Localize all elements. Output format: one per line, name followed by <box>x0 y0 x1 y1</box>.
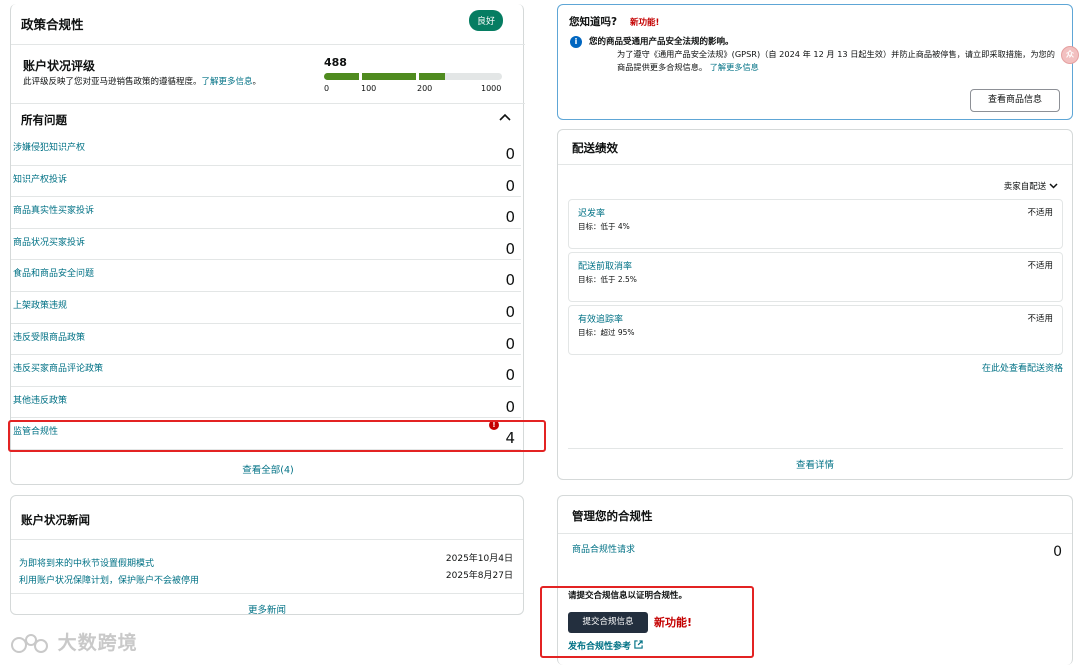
divider <box>568 448 1063 449</box>
account-news-card: 账户状况新闻 为即将到来的中秋节设置假期模式 2025年10月4日 利用账户状况… <box>10 495 524 616</box>
issues-list: 涉嫌侵犯知识产权 0 知识产权投诉 0 商品真实性买家投诉 0 商品状况买家投诉 0 食品和商品… <box>11 134 525 450</box>
manage-title: 管理您的合规性 <box>572 509 653 523</box>
list-item: 利用账户状况保障计划，保护账户不会被停用 2025年8月27日 <box>19 568 513 587</box>
learn-more-link[interactable]: 了解更多信息 <box>710 62 759 72</box>
delivery-performance-card: 配送绩效 卖家自配送 迟发率 目标：低于 4% 不适用 配送前取消率 目标：低于… <box>557 129 1073 480</box>
divider <box>558 533 1072 534</box>
issue-link[interactable]: 违反受限商品政策 <box>13 330 85 343</box>
metric-value: 不适用 <box>1027 208 1053 218</box>
issue-row: 违反受限商品政策 0 <box>11 324 521 356</box>
new-feature-label: 新功能! <box>630 18 660 28</box>
watermark: 大数跨境 <box>10 628 138 657</box>
rating-bar <box>324 73 502 80</box>
issue-link[interactable]: 涉嫌侵犯知识产权 <box>13 140 85 153</box>
metric-late-shipment: 迟发率 目标：低于 4% 不适用 <box>568 199 1063 249</box>
more-news-link[interactable]: 更多新闻 <box>11 593 523 616</box>
issue-link[interactable]: 违反买家商品评论政策 <box>13 361 103 374</box>
rating-bar-divider <box>359 73 362 80</box>
delivery-title: 配送绩效 <box>572 141 618 155</box>
highlight-box <box>8 420 546 452</box>
metric-link[interactable]: 配送前取消率 <box>578 259 632 272</box>
news-date: 2025年8月27日 <box>445 571 513 581</box>
gpsr-headline: 您的商品受通用产品安全法规的影响。 <box>589 37 734 47</box>
status-badge: 良好 <box>468 10 503 31</box>
issue-count: 0 <box>505 334 515 353</box>
view-all-link[interactable]: 查看全部(4) <box>11 462 525 476</box>
metric-value: 不适用 <box>1027 314 1053 324</box>
issue-link[interactable]: 其他违反政策 <box>13 393 67 406</box>
issue-count: 0 <box>505 176 515 195</box>
compliance-request-count: 0 <box>1053 544 1062 560</box>
metric-target: 目标：超过 95% <box>578 328 635 337</box>
issue-count: 0 <box>505 145 515 163</box>
news-link[interactable]: 利用账户状况保障计划，保护账户不会被停用 <box>19 576 199 586</box>
issue-row: 商品状况买家投诉 0 <box>11 229 521 261</box>
rating-tick: 200 <box>417 84 433 93</box>
issue-count: 0 <box>505 397 515 416</box>
issue-link[interactable]: 上架政策违规 <box>13 298 67 311</box>
all-issues-title: 所有问题 <box>21 113 67 127</box>
gpsr-body: 为了遵守《通用产品安全法规》(GPSR)（自 2024 年 12 月 13 日起… <box>617 49 1055 72</box>
did-you-know-title: 您知道吗? <box>569 16 618 28</box>
account-health-rating: 账户状况评级 此评级反映了您对亚马逊销售政策的遵循程度。了解更多信息。 488 … <box>11 44 525 104</box>
issue-row: 涉嫌侵犯知识产权 0 <box>11 134 521 166</box>
policy-compliance-card: 政策合规性 良好 账户状况评级 此评级反映了您对亚马逊销售政策的遵循程度。了解更… <box>10 4 525 485</box>
issue-count: 0 <box>505 366 515 385</box>
rating-title: 账户状况评级 <box>23 59 96 73</box>
eligibility-link[interactable]: 在此处查看配送资格 <box>982 361 1063 374</box>
fulfillment-dropdown[interactable]: 卖家自配送 <box>1004 180 1058 192</box>
issue-link[interactable]: 商品真实性买家投诉 <box>13 203 94 216</box>
issue-link[interactable]: 知识产权投诉 <box>13 172 67 185</box>
policy-title: 政策合规性 <box>21 17 84 32</box>
issue-row: 其他违反政策 0 <box>11 387 521 419</box>
side-float-badge[interactable]: 众 <box>1061 46 1079 64</box>
issue-link[interactable]: 商品状况买家投诉 <box>13 235 85 248</box>
rating-tick: 0 <box>324 84 330 93</box>
divider <box>558 164 1072 165</box>
metric-target: 目标：低于 4% <box>578 222 630 231</box>
issue-row: 商品真实性买家投诉 0 <box>11 197 521 229</box>
chevron-up-icon[interactable] <box>499 110 511 124</box>
view-details-link[interactable]: 查看详情 <box>558 457 1072 471</box>
divider <box>11 539 523 540</box>
view-listing-info-button[interactable]: 查看商品信息 <box>970 89 1060 112</box>
rating-bar-divider <box>416 73 419 80</box>
rating-score: 488 <box>324 56 347 69</box>
metric-link[interactable]: 迟发率 <box>578 206 605 219</box>
rating-bar-fill <box>324 73 446 80</box>
rating-tick: 100 <box>361 84 377 93</box>
issue-count: 0 <box>505 302 515 321</box>
did-you-know-card: 您知道吗? 新功能! i 您的商品受通用产品安全法规的影响。 为了遵守《通用产品… <box>557 4 1073 120</box>
rating-description: 此评级反映了您对亚马逊销售政策的遵循程度。了解更多信息。 <box>23 77 262 87</box>
metric-pre-cancel: 配送前取消率 目标：低于 2.5% 不适用 <box>568 252 1063 302</box>
chevron-down-icon <box>1049 183 1058 189</box>
learn-more-link[interactable]: 了解更多信息 <box>202 77 253 87</box>
info-icon: i <box>570 36 582 48</box>
rating-tick: 1000 <box>481 84 502 93</box>
metric-valid-tracking: 有效追踪率 目标：超过 95% 不适用 <box>568 305 1063 355</box>
issue-link[interactable]: 食品和商品安全问题 <box>13 266 94 279</box>
highlight-box <box>540 586 754 658</box>
metric-target: 目标：低于 2.5% <box>578 275 637 284</box>
news-date: 2025年10月4日 <box>445 554 513 564</box>
watermark-logo-icon <box>11 633 48 653</box>
issue-row: 违反买家商品评论政策 0 <box>11 355 521 387</box>
metric-value: 不适用 <box>1027 261 1053 271</box>
metric-link[interactable]: 有效追踪率 <box>578 312 623 325</box>
issue-row: 食品和商品安全问题 0 <box>11 260 521 292</box>
issue-row: 知识产权投诉 0 <box>11 166 521 198</box>
compliance-request-link[interactable]: 商品合规性请求 <box>572 542 635 555</box>
issue-count: 0 <box>505 271 515 290</box>
news-title: 账户状况新闻 <box>21 513 90 527</box>
issue-row: 上架政策违规 0 <box>11 292 521 324</box>
issue-count: 0 <box>505 239 515 258</box>
issue-count: 0 <box>505 208 515 227</box>
watermark-text: 大数跨境 <box>57 632 138 654</box>
